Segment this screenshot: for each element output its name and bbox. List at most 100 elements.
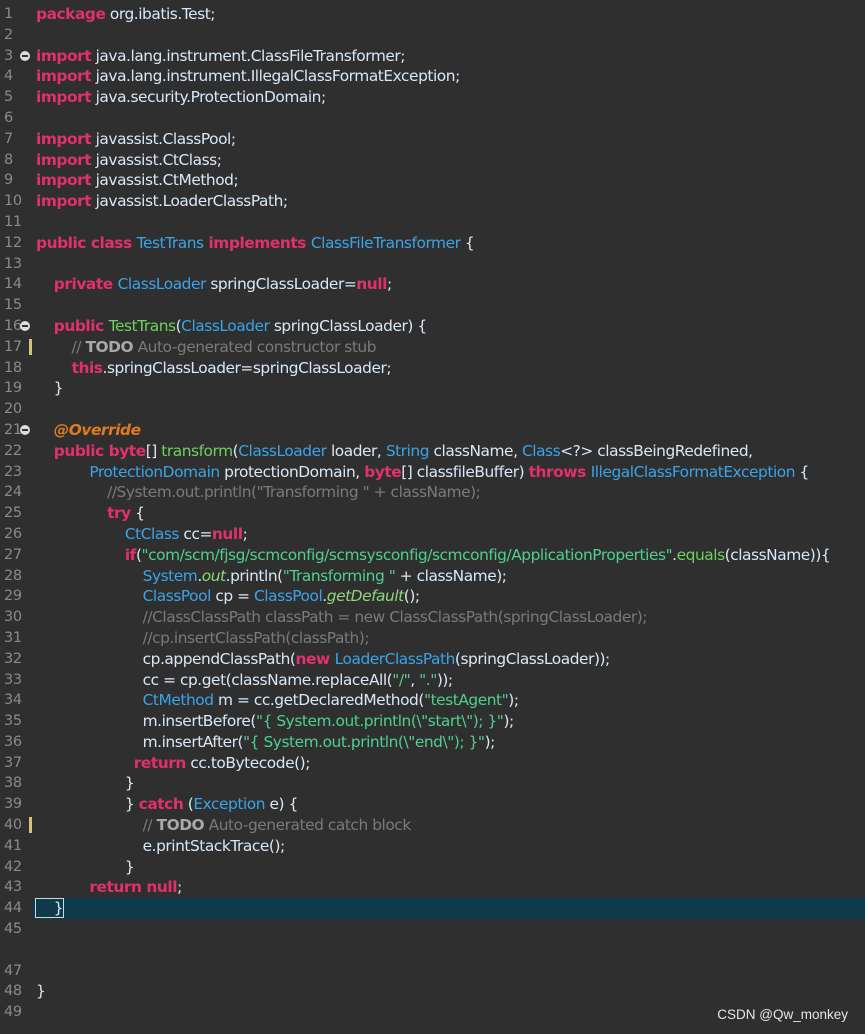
line-number: 45 bbox=[4, 921, 22, 938]
code-token: ClassLoader bbox=[181, 316, 270, 335]
code-line[interactable]: 7 import javassist.ClassPool; bbox=[0, 128, 865, 150]
code-line[interactable]: 28 System.out.println("Transforming " + … bbox=[0, 565, 865, 587]
code-line[interactable]: 36 m.insertAfter("{ System.out.println(\… bbox=[0, 731, 865, 753]
code-line[interactable]: 9 import javassist.CtMethod; bbox=[0, 170, 865, 192]
code-line[interactable]: 3 import java.lang.instrument.ClassFileTr… bbox=[0, 45, 865, 67]
code-line[interactable]: 20 bbox=[0, 399, 865, 420]
code-token: //System.out.println("Transforming " + c… bbox=[107, 483, 481, 502]
code-text: m.insertBefore("{ System.out.println(\"s… bbox=[36, 711, 515, 732]
code-line[interactable]: 6 bbox=[0, 107, 865, 129]
line-gutter: 32 bbox=[0, 648, 33, 670]
line-number: 19 bbox=[4, 380, 22, 397]
code-token: // bbox=[71, 337, 86, 356]
code-text: //ClassClassPath classPath = new ClassCl… bbox=[36, 607, 648, 628]
code-token: , bbox=[410, 670, 420, 689]
code-line[interactable]: 18 this.springClassLoader=springClassLoa… bbox=[0, 357, 865, 379]
code-token: private bbox=[53, 275, 118, 294]
code-line[interactable]: 38 } bbox=[0, 773, 865, 795]
code-line[interactable]: 42 } bbox=[0, 856, 865, 878]
code-line[interactable]: 19 } bbox=[0, 378, 865, 400]
line-gutter: 6 bbox=[0, 107, 33, 129]
code-text: public TestTrans(ClassLoader springClass… bbox=[36, 316, 427, 337]
code-token: cc = cp.get(className.replaceAll( bbox=[36, 670, 393, 689]
code-text: } bbox=[36, 378, 64, 399]
code-line[interactable]: 25 try { bbox=[0, 503, 865, 524]
code-line[interactable]: 48} bbox=[0, 981, 865, 1003]
code-token: TestTrans bbox=[136, 233, 204, 252]
code-line[interactable]: 5 import java.security.ProtectionDomain; bbox=[0, 87, 865, 108]
code-line[interactable]: 4 import java.lang.instrument.IllegalClas… bbox=[0, 66, 865, 88]
collapse-icon[interactable] bbox=[20, 320, 30, 331]
code-token: ClassFileTransformer bbox=[310, 233, 461, 252]
code-line[interactable]: 2 bbox=[0, 24, 865, 46]
code-line[interactable]: 39 } catch (Exception e) { bbox=[0, 794, 865, 816]
line-gutter: 21 bbox=[0, 419, 33, 441]
line-number: 44 bbox=[4, 900, 22, 917]
code-line[interactable]: 21 @Override bbox=[0, 419, 865, 441]
code-token: return null bbox=[89, 878, 178, 897]
code-token: try bbox=[107, 504, 131, 523]
code-token: TODO bbox=[156, 816, 205, 835]
code-line[interactable]: 34 CtMethod m = cc.getDeclaredMethod("te… bbox=[0, 690, 865, 712]
code-line[interactable]: 14 private ClassLoader springClassLoader… bbox=[0, 274, 865, 296]
line-number: 47 bbox=[4, 962, 22, 979]
code-line[interactable]: 8 import javassist.CtClass; bbox=[0, 149, 865, 171]
code-text: //System.out.println("Transforming " + c… bbox=[36, 482, 481, 503]
code-token: className, bbox=[429, 441, 522, 460]
code-line[interactable]: 1 package org.ibatis.Test; bbox=[0, 4, 865, 25]
line-number: 6 bbox=[4, 109, 13, 126]
line-number: 37 bbox=[4, 754, 22, 771]
code-text: import java.lang.instrument.ClassFileTra… bbox=[36, 46, 406, 67]
code-line[interactable]: 32 cp.appendClassPath(new LoaderClassPat… bbox=[0, 648, 865, 670]
code-line[interactable]: 11 bbox=[0, 211, 865, 233]
code-line[interactable]: 37 return cc.toBytecode(); bbox=[0, 752, 865, 774]
code-line[interactable]: 31 //cp.insertClassPath(classPath); bbox=[0, 627, 865, 649]
code-line[interactable]: 47 bbox=[0, 960, 865, 982]
line-gutter: 23 bbox=[0, 461, 33, 483]
code-line[interactable]: 45 bbox=[0, 919, 865, 940]
line-number: 39 bbox=[4, 796, 22, 813]
code-line[interactable]: 22 public byte[] transform(ClassLoader l… bbox=[0, 440, 865, 462]
code-text: public class TestTrans implements ClassF… bbox=[36, 233, 475, 254]
code-token: @Override bbox=[53, 420, 141, 439]
line-gutter: 17 bbox=[0, 336, 33, 358]
code-token: "{ System.out.println(\"start\"); }" bbox=[255, 712, 504, 731]
code-token: import bbox=[36, 46, 92, 65]
code-editor[interactable]: 1 package org.ibatis.Test; 2 3 import java.l… bbox=[0, 4, 865, 1024]
code-line[interactable]: 13 bbox=[0, 253, 865, 275]
code-line[interactable]: 43 return null; bbox=[0, 877, 865, 899]
code-token: cp = bbox=[210, 587, 255, 606]
code-line[interactable]: 17 // TODO Auto-generated constructor st… bbox=[0, 336, 865, 358]
code-line[interactable]: 40 // TODO Auto-generated catch block bbox=[0, 815, 865, 836]
code-line[interactable] bbox=[0, 939, 865, 961]
code-line[interactable]: 27 if("com/scm/fjsg/scmconfig/scmsysconf… bbox=[0, 544, 865, 566]
line-gutter: 48 bbox=[0, 981, 33, 1003]
code-line[interactable]: 35 m.insertBefore("{ System.out.println(… bbox=[0, 711, 865, 732]
code-line[interactable]: 26 CtClass cc=null; bbox=[0, 523, 865, 545]
code-line[interactable]: 24 //System.out.println("Transforming " … bbox=[0, 482, 865, 504]
code-token: if bbox=[124, 545, 137, 564]
code-token: CtClass bbox=[124, 524, 180, 543]
line-gutter: 14 bbox=[0, 274, 33, 296]
collapse-icon[interactable] bbox=[20, 424, 30, 435]
code-line[interactable]: 12 public class TestTrans implements Clas… bbox=[0, 232, 865, 254]
code-line[interactable]: 30 //ClassClassPath classPath = new Clas… bbox=[0, 607, 865, 628]
line-number: 26 bbox=[4, 525, 22, 542]
line-gutter: 29 bbox=[0, 586, 33, 608]
line-gutter: 1 bbox=[0, 4, 33, 25]
code-line[interactable]: 15 bbox=[0, 295, 865, 316]
code-line[interactable]: 10 import javassist.LoaderClassPath; bbox=[0, 191, 865, 212]
code-line[interactable]: 16 public TestTrans(ClassLoader springCl… bbox=[0, 315, 865, 337]
code-line[interactable]: 23 ProtectionDomain protectionDomain, by… bbox=[0, 461, 865, 483]
code-line[interactable]: 41 e.printStackTrace(); bbox=[0, 835, 865, 857]
collapse-icon[interactable] bbox=[20, 50, 30, 61]
code-line[interactable]: 44 } bbox=[0, 898, 865, 920]
code-line[interactable]: 33 cc = cp.get(className.replaceAll("/",… bbox=[0, 669, 865, 691]
code-line[interactable]: 29 ClassPool cp = ClassPool.getDefault()… bbox=[0, 586, 865, 608]
